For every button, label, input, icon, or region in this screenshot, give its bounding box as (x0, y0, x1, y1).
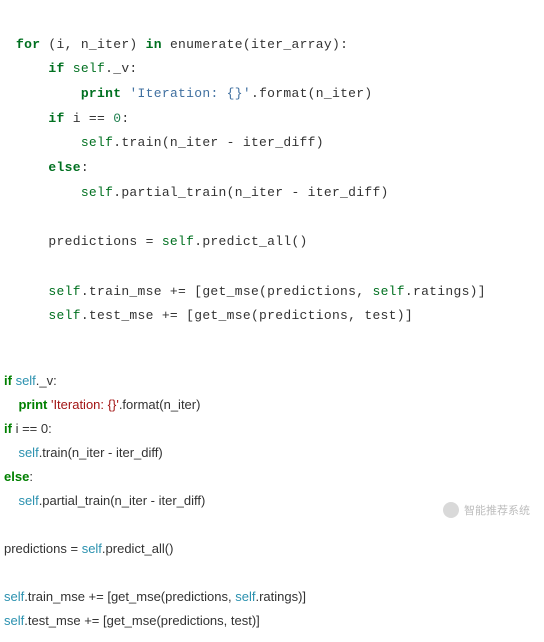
code-block-top: for (i, n_iter) in enumerate(iter_array)… (0, 0, 544, 337)
code-line: predictions = self.predict_all() (4, 541, 173, 556)
code-text: .train(n_iter - iter_diff) (113, 135, 324, 150)
self-ref: self (235, 589, 255, 604)
code-text: : (81, 160, 89, 175)
self-ref: self (12, 373, 36, 388)
self-ref: self (81, 185, 113, 200)
self-ref: self (4, 613, 24, 628)
code-line: else: (16, 160, 89, 175)
code-line: else: (4, 469, 33, 484)
code-text: enumerate(iter_array): (162, 37, 348, 52)
code-text: i == 0: (12, 421, 52, 436)
code-line: for (i, n_iter) in enumerate(iter_array)… (16, 37, 348, 52)
code-text: .train(n_iter - iter_diff) (39, 445, 163, 460)
code-line: self.partial_train(n_iter - iter_diff) (4, 493, 205, 508)
self-ref: self (73, 61, 105, 76)
code-text: predictions = (48, 234, 161, 249)
code-line: predictions = self.predict_all() (16, 234, 308, 249)
wechat-icon (443, 502, 459, 518)
code-text: ._v: (105, 61, 137, 76)
code-line: self.partial_train(n_iter - iter_diff) (16, 185, 389, 200)
keyword-if: if (48, 61, 64, 76)
keyword-if: if (4, 373, 12, 388)
keyword-else: else (4, 469, 29, 484)
code-text: (i, n_iter) (40, 37, 145, 52)
keyword-if: if (4, 421, 12, 436)
code-text: .predict_all() (102, 541, 174, 556)
string-literal: 'Iteration: {}' (47, 397, 118, 412)
self-ref: self (372, 284, 404, 299)
self-ref: self (4, 589, 24, 604)
blank-line (4, 565, 8, 580)
self-ref: self (81, 135, 113, 150)
code-text: : (121, 111, 129, 126)
code-line: if self._v: (4, 373, 57, 388)
code-line: self.train_mse += [get_mse(predictions, … (4, 589, 306, 604)
code-text: .predict_all() (194, 234, 307, 249)
self-ref: self (18, 445, 38, 460)
self-ref: self (82, 541, 102, 556)
code-text: : (29, 469, 33, 484)
keyword-print: print (81, 86, 122, 101)
code-text: predictions = (4, 541, 82, 556)
keyword-if: if (48, 111, 64, 126)
watermark-text: 智能推荐系统 (464, 502, 530, 518)
code-text: .test_mse += [get_mse(predictions, test)… (81, 308, 413, 323)
code-text: ._v: (36, 373, 57, 388)
self-ref: self (162, 234, 194, 249)
code-text: .test_mse += [get_mse(predictions, test)… (24, 613, 260, 628)
code-line: if i == 0: (4, 421, 52, 436)
self-ref: self (18, 493, 38, 508)
code-line: self.train(n_iter - iter_diff) (16, 135, 324, 150)
code-text: .partial_train(n_iter - iter_diff) (39, 493, 206, 508)
code-text: .partial_train(n_iter - iter_diff) (113, 185, 388, 200)
self-ref: self (48, 308, 80, 323)
keyword-else: else (48, 160, 80, 175)
self-ref: self (48, 284, 80, 299)
blank-line (4, 517, 8, 532)
code-text: .ratings)] (405, 284, 486, 299)
watermark: 智能推荐系统 (443, 502, 530, 518)
keyword-print: print (18, 397, 47, 412)
keyword-in: in (146, 37, 162, 52)
code-text: .train_mse += [get_mse(predictions, (81, 284, 373, 299)
code-line: print 'Iteration: {}'.format(n_iter) (4, 397, 200, 412)
code-line: self.test_mse += [get_mse(predictions, t… (4, 613, 260, 628)
code-text: .train_mse += [get_mse(predictions, (24, 589, 235, 604)
code-line: self.train(n_iter - iter_diff) (4, 445, 163, 460)
string-literal: 'Iteration: {}' (129, 86, 251, 101)
blank-line (16, 259, 24, 274)
code-line: if i == 0: (16, 111, 129, 126)
code-line: self.test_mse += [get_mse(predictions, t… (16, 308, 413, 323)
code-line: if self._v: (16, 61, 138, 76)
code-block-bottom: if self._v: print 'Iteration: {}'.format… (0, 337, 544, 642)
code-text: i == (65, 111, 114, 126)
code-line: self.train_mse += [get_mse(predictions, … (16, 284, 486, 299)
code-text: .format(n_iter) (119, 397, 201, 412)
code-text: .format(n_iter) (251, 86, 373, 101)
code-line: print 'Iteration: {}'.format(n_iter) (16, 86, 373, 101)
code-text: .ratings)] (255, 589, 306, 604)
keyword-for: for (16, 37, 40, 52)
blank-line (16, 210, 24, 225)
